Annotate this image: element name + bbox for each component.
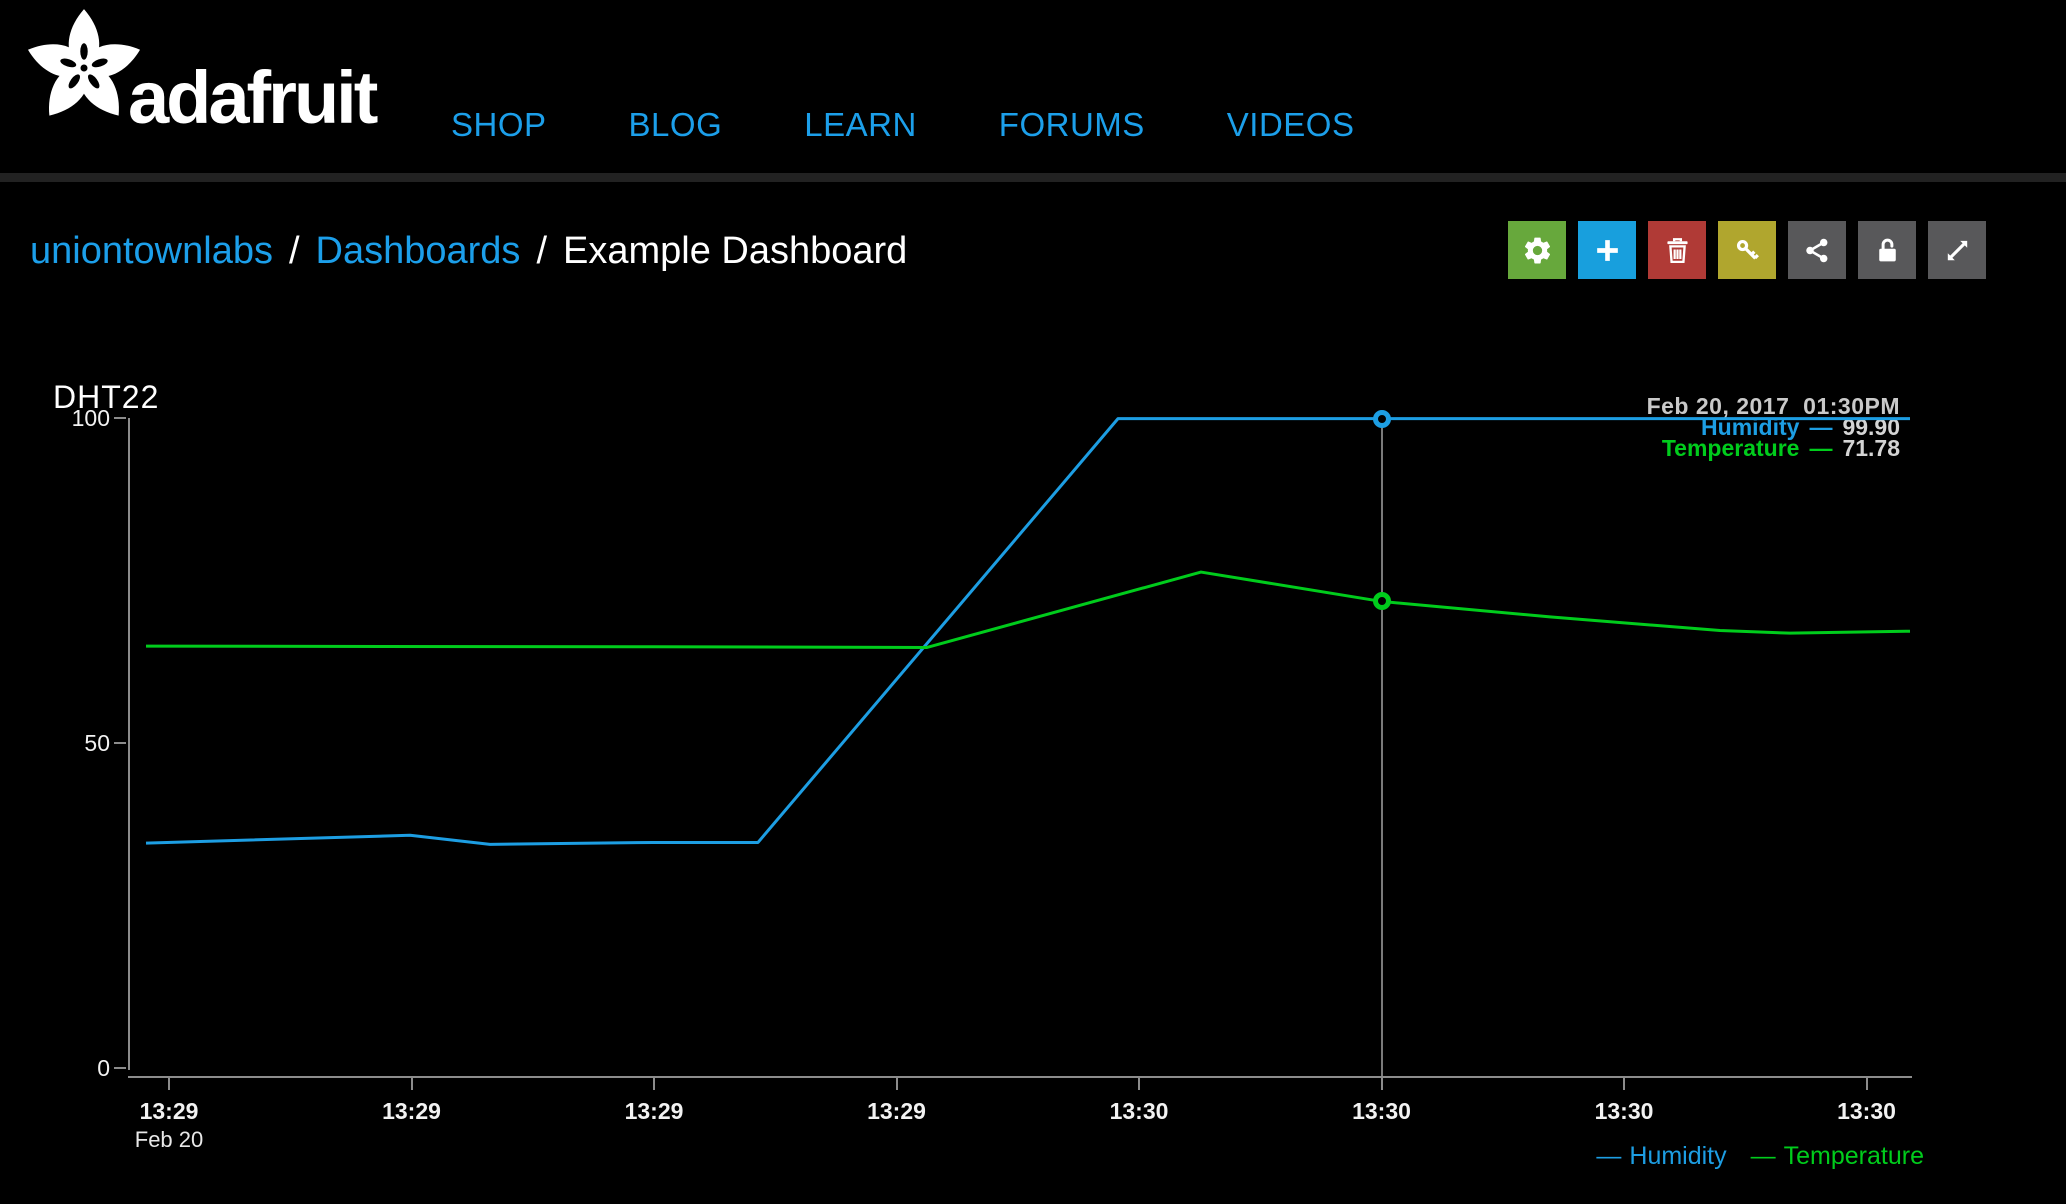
x-tick-mark	[1138, 1078, 1140, 1090]
plus-icon	[1592, 235, 1623, 266]
breadcrumb-separator: /	[536, 230, 547, 272]
key-icon	[1732, 235, 1763, 266]
temperature-point-marker	[1373, 592, 1391, 610]
legend-dash: —	[1596, 1142, 1621, 1170]
lock-icon	[1872, 235, 1903, 266]
x-tick-mark	[411, 1078, 413, 1090]
humidity-line	[146, 419, 1910, 845]
breadcrumb-link-user[interactable]: uniontownlabs	[30, 230, 273, 272]
nav-item-forums[interactable]: FORUMS	[999, 106, 1145, 144]
series-lines	[130, 418, 1910, 1068]
settings-button[interactable]	[1508, 221, 1566, 279]
y-tick-mark	[114, 417, 126, 419]
chart-legend: — Humidity — Temperature	[1596, 1142, 1924, 1171]
y-tick-mark	[114, 1067, 126, 1069]
x-tick-mark	[1866, 1078, 1868, 1090]
add-block-button[interactable]	[1578, 221, 1636, 279]
x-tick-mark	[1381, 1078, 1383, 1090]
x-tick-label: 13:30	[1069, 1098, 1209, 1125]
x-tick-label: 13:30	[1797, 1098, 1937, 1125]
y-tick-label: 0	[60, 1055, 110, 1082]
x-tick-label: 13:29	[584, 1098, 724, 1125]
temperature-line	[146, 572, 1910, 647]
fullscreen-button[interactable]	[1928, 221, 1986, 279]
y-tick-mark	[114, 742, 126, 744]
x-tick-mark	[168, 1078, 170, 1090]
x-tick-mark	[1623, 1078, 1625, 1090]
nav-item-videos[interactable]: VIDEOS	[1227, 106, 1355, 144]
breadcrumb: uniontownlabs / Dashboards / Example Dashboa…	[30, 230, 907, 273]
breadcrumb-link-dashboards[interactable]: Dashboards	[316, 230, 521, 272]
x-tick-sublabel: Feb 20	[99, 1127, 239, 1153]
x-tick-label: 13:30	[1312, 1098, 1452, 1125]
x-tick-label: 13:29	[342, 1098, 482, 1125]
nav-item-learn[interactable]: LEARN	[804, 106, 917, 144]
share-button[interactable]	[1788, 221, 1846, 279]
plot-area[interactable]: Feb 20, 2017 01:30PM Humidity—99.90 Temp…	[130, 418, 1910, 1068]
y-tick-label: 50	[60, 730, 110, 757]
x-tick-mark	[653, 1078, 655, 1090]
x-tick-label: 13:30	[1554, 1098, 1694, 1125]
y-tick-label: 100	[60, 405, 110, 432]
legend-item-humidity: — Humidity	[1596, 1142, 1726, 1171]
header-divider	[0, 173, 2066, 182]
x-tick-label: 13:29	[827, 1098, 967, 1125]
legend-dash: —	[1751, 1142, 1776, 1170]
x-tick-mark	[896, 1078, 898, 1090]
adafruit-logo[interactable]: adafruit	[22, 6, 375, 130]
legend-label: Temperature	[1784, 1142, 1924, 1170]
logo-wordmark: adafruit	[128, 66, 375, 130]
x-axis-line	[128, 1076, 1912, 1078]
trash-icon	[1662, 235, 1693, 266]
legend-item-temperature: — Temperature	[1751, 1142, 1924, 1171]
breadcrumb-separator: /	[289, 230, 300, 272]
legend-label: Humidity	[1629, 1142, 1726, 1170]
crosshair-line	[1381, 418, 1383, 1076]
humidity-point-marker	[1373, 410, 1391, 428]
main-nav: SHOP BLOG LEARN FORUMS VIDEOS	[451, 106, 1354, 144]
x-tick-label: 13:29	[99, 1098, 239, 1125]
nav-item-blog[interactable]: BLOG	[629, 106, 723, 144]
dashboard-toolbar	[1508, 221, 1986, 279]
nav-item-shop[interactable]: SHOP	[451, 106, 547, 144]
delete-button[interactable]	[1648, 221, 1706, 279]
page-title: Example Dashboard	[563, 230, 907, 272]
keys-button[interactable]	[1718, 221, 1776, 279]
expand-icon	[1942, 235, 1973, 266]
privacy-button[interactable]	[1858, 221, 1916, 279]
gear-icon	[1522, 235, 1553, 266]
site-header: adafruit SHOP BLOG LEARN FORUMS VIDEOS	[0, 0, 2066, 173]
share-icon	[1802, 235, 1833, 266]
